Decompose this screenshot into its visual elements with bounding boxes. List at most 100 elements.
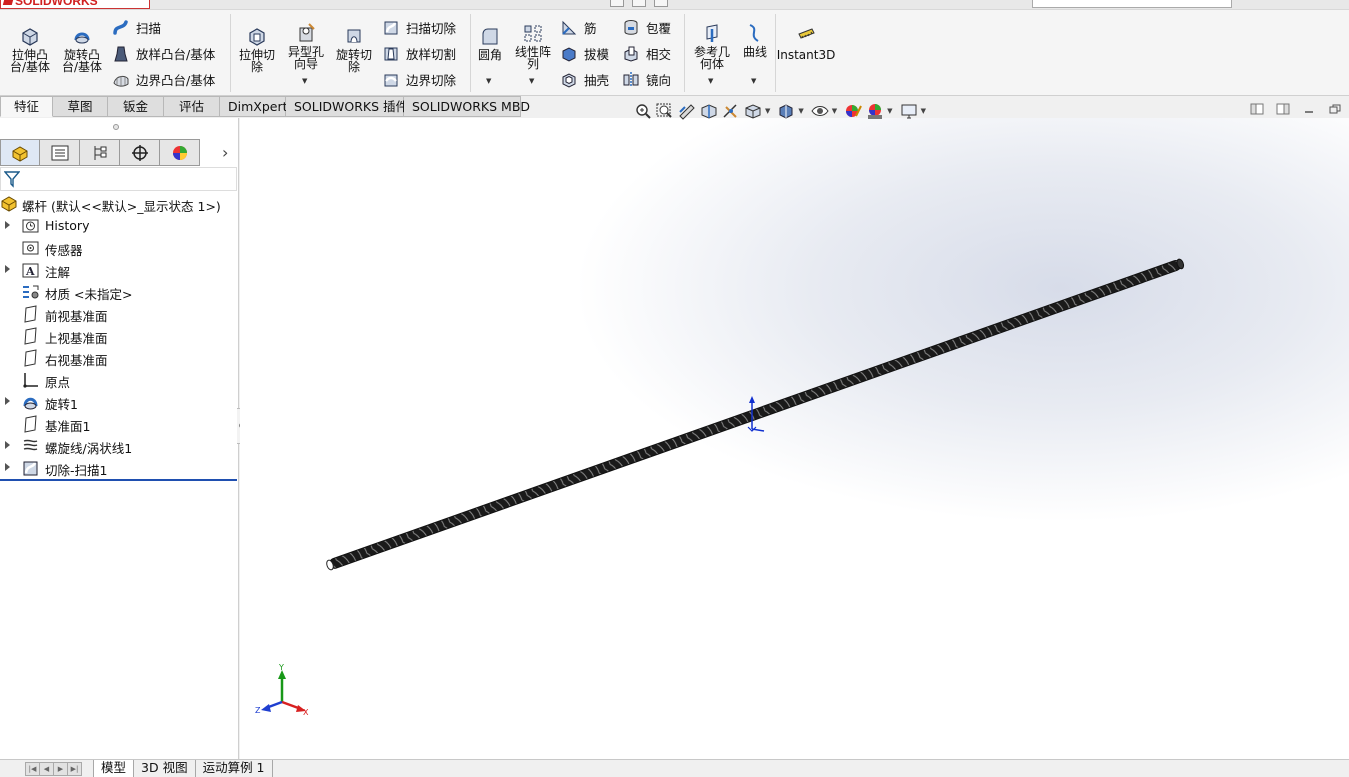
tree-item[interactable]: 右视基准面 [0, 347, 239, 369]
tree-filter[interactable] [0, 167, 237, 191]
feature-manager-tab[interactable] [0, 139, 40, 166]
tile-right-icon[interactable] [1276, 103, 1290, 115]
dynamic-annotation-icon[interactable] [721, 102, 741, 120]
curves-dropdown[interactable]: ▼ [751, 77, 756, 85]
solidworks-logo[interactable]: SOLIDWORKS [0, 0, 150, 9]
screw-model[interactable]: Y X Z [240, 118, 1349, 759]
tree-item[interactable]: 传感器 [0, 237, 239, 259]
tab-3d-views[interactable]: 3D 视图 [134, 760, 196, 777]
tree-item[interactable]: A 注解 [0, 259, 239, 281]
new-icon[interactable] [610, 0, 624, 7]
view-settings-dropdown[interactable]: ▼ [921, 107, 926, 115]
curves-button[interactable]: 曲线 [738, 23, 772, 58]
expand-arrow-icon[interactable] [5, 265, 10, 273]
view-orientation-dropdown[interactable]: ▼ [765, 107, 770, 115]
tab-sketch[interactable]: 草图 [53, 96, 108, 117]
lofted-cut-button[interactable]: 放样切割 [382, 42, 456, 64]
tab-solidworks-mbd[interactable]: SOLIDWORKS MBD [404, 96, 530, 117]
instant3d-button[interactable]: Instant3D [777, 26, 835, 61]
sweep-button[interactable]: 扫描 [112, 16, 161, 38]
reference-geometry-button[interactable]: 参考几 何体 [690, 23, 734, 70]
tree-item[interactable]: 材质 <未指定> [0, 281, 239, 303]
last-tab-icon[interactable]: ▶| [67, 761, 82, 776]
dimxpert-manager-tab[interactable] [120, 139, 160, 166]
boundary-boss-button[interactable]: 边界凸台/基体 [112, 68, 215, 90]
previous-view-icon[interactable] [677, 102, 697, 120]
draft-button[interactable]: 拔模 [560, 42, 609, 64]
restore-icon[interactable] [1328, 103, 1342, 115]
open-icon[interactable] [632, 0, 646, 7]
edit-appearance-icon[interactable] [843, 102, 863, 120]
view-orientation-icon[interactable] [743, 102, 763, 120]
minimize-icon[interactable] [1302, 103, 1316, 115]
prev-tab-icon[interactable]: ◀ [39, 761, 54, 776]
display-style-dropdown[interactable]: ▼ [798, 107, 803, 115]
tree-item[interactable]: 前视基准面 [0, 303, 239, 325]
rib-button[interactable]: 筋 [560, 16, 597, 38]
save-icon[interactable] [654, 0, 668, 7]
hide-show-dropdown[interactable]: ▼ [832, 107, 837, 115]
extrude-cut-button[interactable]: 拉伸切 除 [235, 26, 279, 73]
search-box[interactable] [1032, 0, 1232, 8]
graphics-viewport[interactable]: Y X Z [240, 118, 1349, 759]
linear-pattern-button[interactable]: 线性阵 列 [511, 23, 555, 70]
tab-features[interactable]: 特征 [0, 96, 53, 117]
zoom-to-fit-icon[interactable] [633, 102, 653, 120]
panel-grip-handle[interactable] [113, 124, 119, 130]
chevron-right-icon[interactable]: › [222, 143, 228, 162]
tab-motion-study-1[interactable]: 运动算例 1 [196, 760, 273, 777]
revolve-boss-button[interactable]: 旋转凸 台/基体 [60, 26, 104, 73]
view-settings-icon[interactable] [899, 102, 919, 120]
apply-scene-dropdown[interactable]: ▼ [887, 107, 892, 115]
display-manager-tab[interactable] [160, 139, 200, 166]
revolve-boss-label: 旋转凸 台/基体 [61, 48, 103, 74]
tree-item[interactable]: 基准面1 [0, 413, 239, 435]
tree-item[interactable]: 上视基准面 [0, 325, 239, 347]
next-tab-icon[interactable]: ▶ [53, 761, 68, 776]
section-view-icon[interactable] [699, 102, 719, 120]
expand-arrow-icon[interactable] [5, 441, 10, 449]
expand-arrow-icon[interactable] [5, 221, 10, 229]
tree-item[interactable]: 切除-扫描1 [0, 457, 239, 479]
tab-solidworks-addins[interactable]: SOLIDWORKS 插件 [286, 96, 408, 117]
apply-scene-icon[interactable] [865, 102, 885, 120]
tree-item[interactable]: 旋转1 [0, 391, 239, 413]
swept-cut-button[interactable]: 扫描切除 [382, 16, 456, 38]
tree-root-part[interactable]: 螺杆 (默认<<默认>_显示状态 1>) [0, 193, 239, 215]
revolve-cut-button[interactable]: 旋转切 除 [332, 26, 376, 73]
tree-item[interactable]: History [0, 215, 239, 237]
expand-arrow-icon[interactable] [5, 397, 10, 405]
tree-item[interactable]: 螺旋线/涡状线1 [0, 435, 239, 457]
tab-dimxpert[interactable]: DimXpert [220, 96, 288, 117]
zoom-to-area-icon[interactable] [655, 102, 675, 120]
configuration-manager-tab[interactable] [80, 139, 120, 166]
hole-wizard-button[interactable]: 异型孔 向导 [284, 23, 328, 70]
hole-wizard-dropdown[interactable]: ▼ [302, 77, 307, 85]
property-manager-tab[interactable] [40, 139, 80, 166]
tile-left-icon[interactable] [1250, 103, 1264, 115]
loft-button[interactable]: 放样凸台/基体 [112, 42, 215, 64]
wrap-button[interactable]: 包覆 [622, 16, 671, 38]
linear-pattern-dropdown[interactable]: ▼ [529, 77, 534, 85]
expand-arrow-icon[interactable] [5, 463, 10, 471]
reference-geometry-dropdown[interactable]: ▼ [708, 77, 713, 85]
fillet-button[interactable]: 圆角 [474, 26, 506, 61]
tab-model[interactable]: 模型 [93, 760, 135, 777]
boundary-cut-button[interactable]: 边界切除 [382, 68, 456, 90]
lofted-cut-label: 放样切割 [406, 46, 457, 62]
mirror-button[interactable]: 镜向 [622, 68, 671, 90]
shell-icon [562, 72, 576, 88]
linear-pattern-icon [524, 25, 542, 42]
shell-button[interactable]: 抽壳 [560, 68, 609, 90]
tab-sheet-metal[interactable]: 钣金 [108, 96, 164, 117]
tab-evaluate[interactable]: 评估 [164, 96, 220, 117]
display-style-icon[interactable] [776, 102, 796, 120]
intersect-button[interactable]: 相交 [622, 42, 671, 64]
fillet-dropdown[interactable]: ▼ [486, 77, 491, 85]
extrude-boss-button[interactable]: 拉伸凸 台/基体 [8, 26, 52, 73]
rollback-bar[interactable] [0, 479, 237, 481]
tree-item[interactable]: 原点 [0, 369, 239, 391]
threaded-rod[interactable] [328, 259, 1182, 570]
first-tab-icon[interactable]: |◀ [25, 761, 40, 776]
hide-show-items-icon[interactable] [810, 102, 830, 120]
